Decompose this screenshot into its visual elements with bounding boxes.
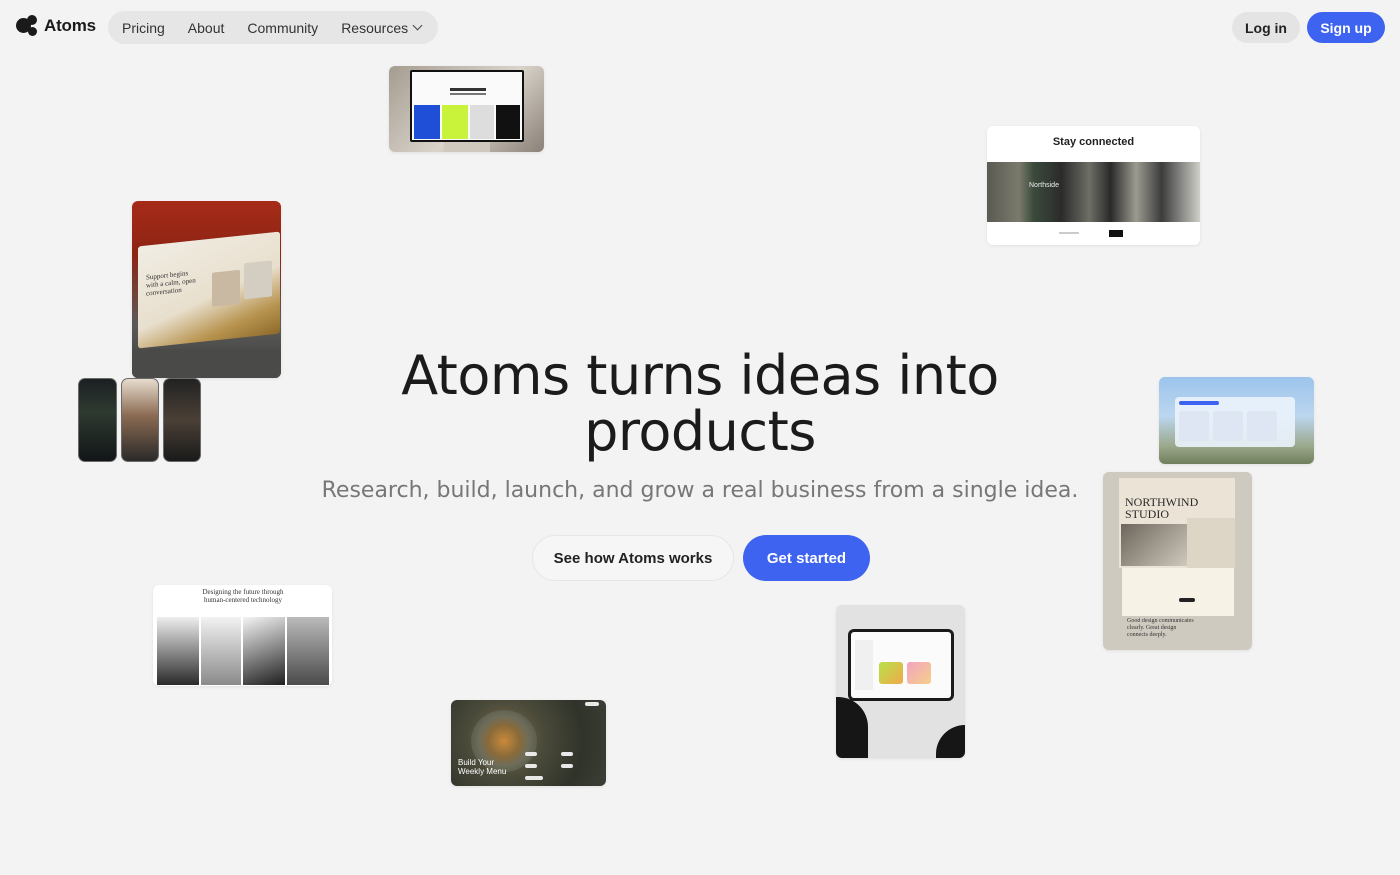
showcase-card-northwind[interactable]: NORTHWIND STUDIO Good design communicate… (1103, 472, 1252, 650)
showcase-card-dashboard[interactable] (1159, 377, 1314, 464)
nav-item-about[interactable]: About (188, 20, 225, 36)
northwind-tagline: Good design communicates clearly. Great … (1127, 618, 1194, 638)
showcase-card-stay-connected[interactable]: Stay connected Northside (987, 126, 1200, 245)
stay-connected-photo-strip (987, 162, 1200, 222)
phone-image-3 (163, 378, 201, 462)
future-tech-photo-4 (287, 617, 329, 685)
subscribe-button (1109, 230, 1123, 237)
tablet-screen-image (848, 629, 954, 701)
showcase-card-tablet[interactable] (836, 605, 965, 758)
showcase-card-future-tech[interactable]: Designing the future through human-cente… (153, 585, 332, 686)
phone-image-1 (78, 378, 117, 462)
brand-logo[interactable]: Atoms (16, 15, 96, 37)
nav-item-community[interactable]: Community (247, 20, 318, 36)
future-tech-photo-1 (157, 617, 199, 685)
nav-item-resources-label: Resources (341, 19, 409, 36)
phone-image-2 (121, 378, 159, 462)
showcase-card-laptop[interactable]: Support begins with a calm, open convers… (132, 201, 281, 378)
dashboard-panel-image (1175, 397, 1295, 447)
login-button[interactable]: Log in (1232, 12, 1300, 43)
future-tech-photo-2 (201, 617, 241, 685)
laptop-screen-image: Support begins with a calm, open convers… (138, 231, 280, 349)
get-started-button[interactable]: Get started (743, 535, 870, 581)
hero-subtitle: Research, build, launch, and grow a real… (321, 478, 1079, 503)
signup-button[interactable]: Sign up (1307, 12, 1385, 43)
brand-name: Atoms (44, 16, 96, 35)
nav-item-pricing[interactable]: Pricing (122, 20, 165, 36)
northwind-photo (1121, 524, 1187, 566)
nav-item-resources[interactable]: Resources (341, 19, 423, 36)
hero-title: Atoms turns ideas into products (401, 344, 999, 463)
weekly-menu-title: Build Your Weekly Menu (458, 758, 507, 776)
stay-connected-northside-label: Northside (1029, 182, 1059, 189)
atoms-logo-icon (16, 15, 38, 37)
monitor-screen-image (410, 70, 524, 142)
main-nav: Pricing About Community Resources (108, 11, 438, 44)
future-tech-photo-3 (243, 617, 285, 685)
see-how-button[interactable]: See how Atoms works (532, 535, 734, 581)
showcase-card-monitor[interactable] (389, 66, 544, 152)
laptop-support-text: Support begins with a calm, open convers… (146, 269, 196, 298)
showcase-card-phones[interactable] (78, 378, 219, 463)
chevron-down-icon (412, 20, 423, 31)
northwind-title: NORTHWIND STUDIO (1125, 495, 1199, 521)
showcase-card-weekly-menu[interactable]: Build Your Weekly Menu (451, 700, 606, 786)
stay-connected-heading: Stay connected (1052, 136, 1135, 148)
future-tech-heading: Designing the future through human-cente… (202, 588, 284, 604)
